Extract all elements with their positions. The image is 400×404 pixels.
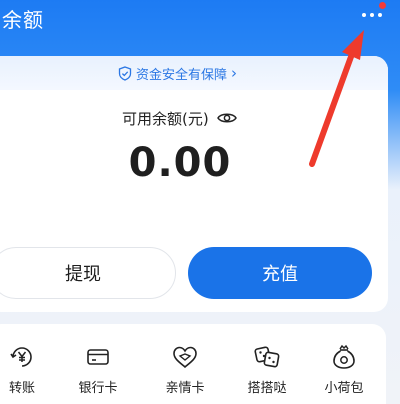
- toggle-visibility-button[interactable]: [216, 111, 237, 125]
- bank-card-icon: [87, 349, 109, 365]
- yen-transfer-icon: [10, 347, 32, 367]
- action-label: 亲情卡: [165, 381, 205, 396]
- action-pouch[interactable]: 小荷包: [314, 343, 374, 401]
- chevron-right-icon: ›: [231, 64, 238, 82]
- safety-text: 资金安全有保障: [136, 67, 228, 83]
- page-title: 余额: [2, 8, 44, 32]
- recharge-button[interactable]: 充值: [188, 247, 372, 299]
- family-card-icon: [173, 346, 197, 369]
- action-dadada[interactable]: 搭搭哒: [237, 343, 297, 401]
- balance-label-row: 可用余额(元): [122, 107, 237, 129]
- action-family-card[interactable]: 亲情卡: [155, 343, 215, 401]
- action-transfer[interactable]: 转账: [0, 343, 52, 401]
- balance-amount: 0.00: [128, 140, 232, 186]
- recharge-label: 充值: [262, 264, 298, 285]
- action-label: 小荷包: [324, 381, 364, 396]
- action-label: 银行卡: [78, 381, 118, 396]
- balance-label: 可用余额(元): [122, 109, 209, 128]
- action-bank-card[interactable]: 银行卡: [68, 343, 128, 401]
- top-bar: 余额: [0, 0, 400, 52]
- withdraw-button[interactable]: 提现: [0, 247, 176, 299]
- more-dots-icon: [362, 13, 382, 17]
- shield-check-icon: [118, 65, 132, 81]
- dice-icon: [254, 346, 280, 368]
- notification-badge: [379, 2, 386, 9]
- safety-guarantee-link[interactable]: 资金安全有保障 ›: [118, 63, 237, 83]
- action-label: 转账: [8, 381, 35, 396]
- action-label: 搭搭哒: [247, 381, 287, 396]
- pouch-icon: [333, 344, 355, 369]
- withdraw-label: 提现: [65, 264, 101, 285]
- eye-icon: [216, 113, 237, 123]
